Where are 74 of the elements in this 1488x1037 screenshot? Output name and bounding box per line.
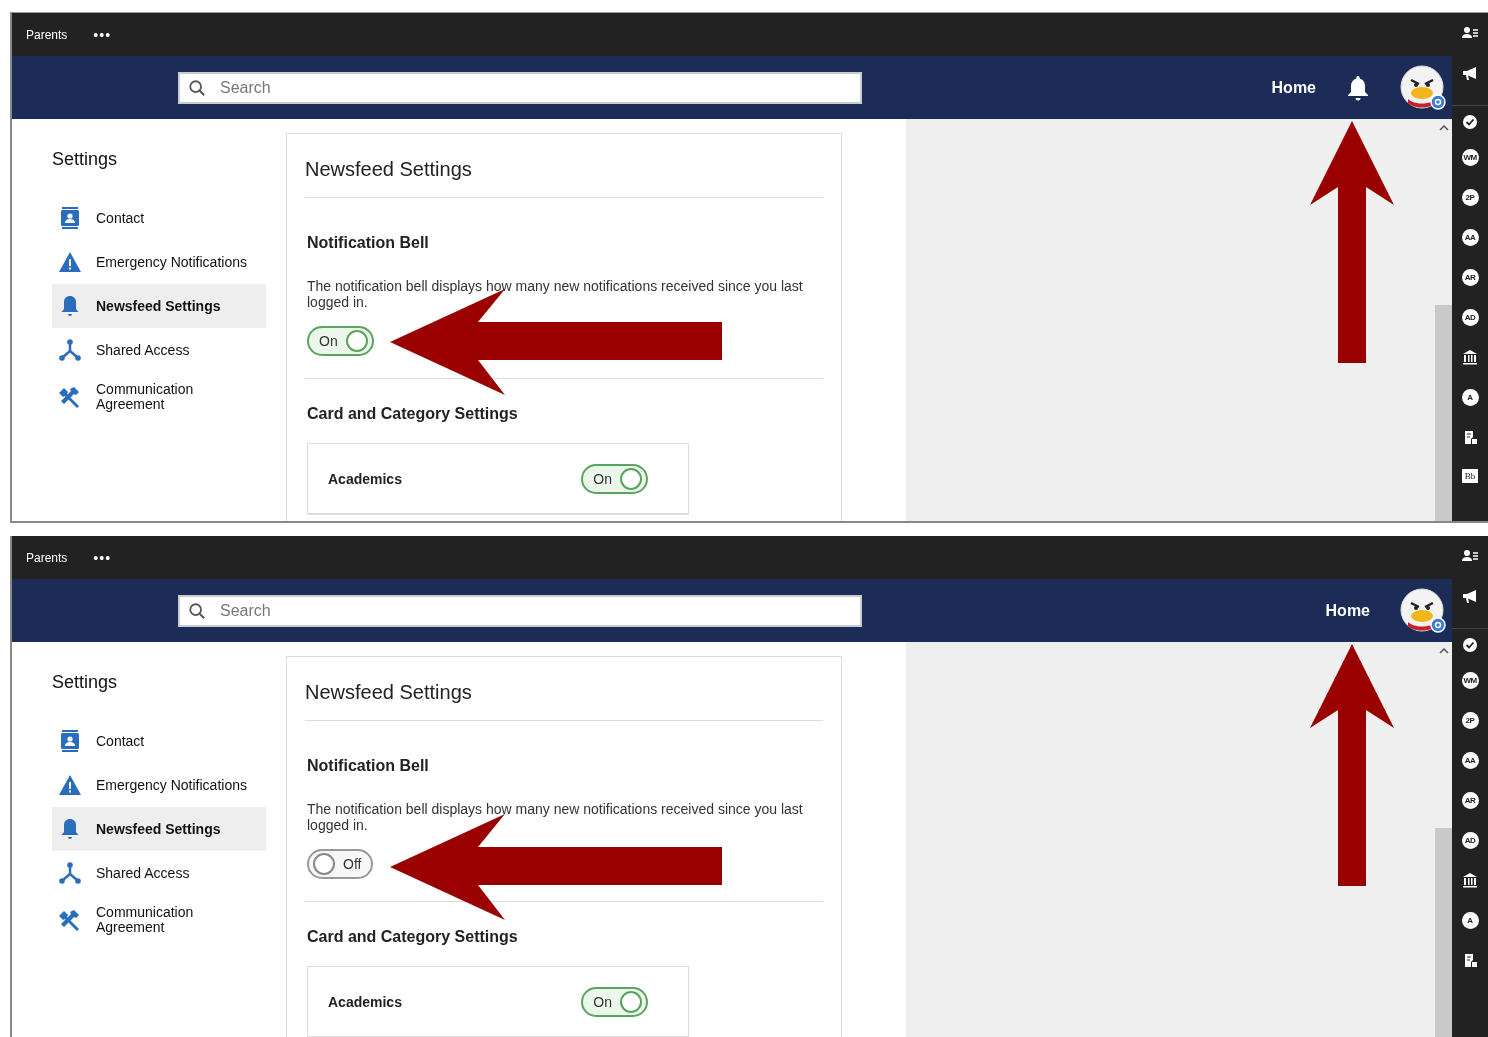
toggle-switch[interactable]: On [581,463,648,494]
sidebar-item[interactable]: Communication Agreement [52,895,266,945]
app-tile[interactable]: Bb [1462,469,1478,483]
app-title: Parents [26,550,68,565]
search-icon [188,78,206,97]
toggle-switch[interactable]: On [307,326,374,356]
app-badge[interactable]: AD [1461,832,1479,849]
section-title: Notification Bell [307,757,430,775]
person-list-icon[interactable] [1462,25,1478,41]
warning-icon [58,773,82,797]
app-title: Parents [26,27,68,42]
toggle-switch[interactable]: On [581,986,648,1017]
sidebar-title: Settings [52,672,119,693]
scrollbar[interactable] [1435,119,1452,521]
caret-icon[interactable] [1438,648,1449,654]
megaphone-icon[interactable] [1462,588,1478,604]
app-badge[interactable]: A [1461,389,1479,406]
search-field[interactable]: Search [178,71,862,104]
app-badge[interactable]: 2P [1461,189,1479,206]
section-title: Notification Bell [307,234,430,252]
search-field[interactable]: Search [178,594,862,627]
card-title: Newsfeed Settings [305,657,823,721]
tools-icon [58,385,82,409]
search-icon [188,601,206,620]
sidebar-item[interactable]: Shared Access [52,328,266,372]
card-title: Newsfeed Settings [305,134,823,198]
description-text: The notification bell displays how many new notifications received since you last logged in. [307,278,804,310]
sidebar-item[interactable]: Communication Agreement [52,372,266,422]
sidebar-item[interactable]: Emergency Notifications [52,763,266,807]
toggle-switch[interactable]: Off [307,849,374,879]
section-title: Card and Category Settings [307,928,519,946]
caret-icon[interactable] [1438,125,1449,131]
bank-icon[interactable] [1462,349,1478,365]
app-badge[interactable]: AA [1461,752,1479,769]
app-badge[interactable]: 2P [1461,712,1479,729]
category-label: Academics [328,470,402,487]
check-cloud-icon[interactable] [1462,114,1478,130]
contact-card-icon [58,206,82,230]
app-badge[interactable]: WM [1461,672,1479,689]
app-badge[interactable]: AR [1461,792,1479,809]
sidebar-item[interactable]: Contact [52,196,266,240]
home-link[interactable]: Home [1271,78,1316,97]
app-badge[interactable]: WM [1461,149,1479,166]
app-badge[interactable]: A [1461,912,1479,929]
app-badge[interactable]: AA [1461,229,1479,246]
section-title: Card and Category Settings [307,405,519,423]
scrollbar[interactable] [1435,642,1452,1037]
person-list-icon[interactable] [1462,548,1478,564]
network-icon [58,338,82,362]
description-text: The notification bell displays how many new notifications received since you last logged in. [307,801,804,833]
more-button[interactable]: ••• [93,26,112,43]
check-cloud-icon[interactable] [1462,637,1478,653]
bell-icon[interactable] [1346,74,1370,101]
clipboard-icon[interactable] [1462,952,1478,968]
sidebar-item[interactable]: Shared Access [52,851,266,895]
megaphone-icon[interactable] [1462,65,1478,81]
sidebar-item[interactable]: Contact [52,719,266,763]
warning-icon [58,250,82,274]
home-link[interactable]: Home [1325,601,1370,620]
clipboard-icon[interactable] [1462,429,1478,445]
more-button[interactable]: ••• [93,549,112,566]
sidebar-title: Settings [52,149,119,170]
bank-icon[interactable] [1462,872,1478,888]
sidebar-item[interactable]: Newsfeed Settings [52,807,266,851]
app-badge[interactable]: AR [1461,269,1479,286]
contact-card-icon [58,729,82,753]
tools-icon [58,908,82,932]
sidebar-item[interactable]: Newsfeed Settings [52,284,266,328]
app-badge[interactable]: AD [1461,309,1479,326]
avatar-icon[interactable] [1400,587,1446,634]
network-icon [58,861,82,885]
category-label: Academics [328,993,402,1010]
sidebar-item[interactable]: Emergency Notifications [52,240,266,284]
avatar-icon[interactable] [1400,64,1446,111]
